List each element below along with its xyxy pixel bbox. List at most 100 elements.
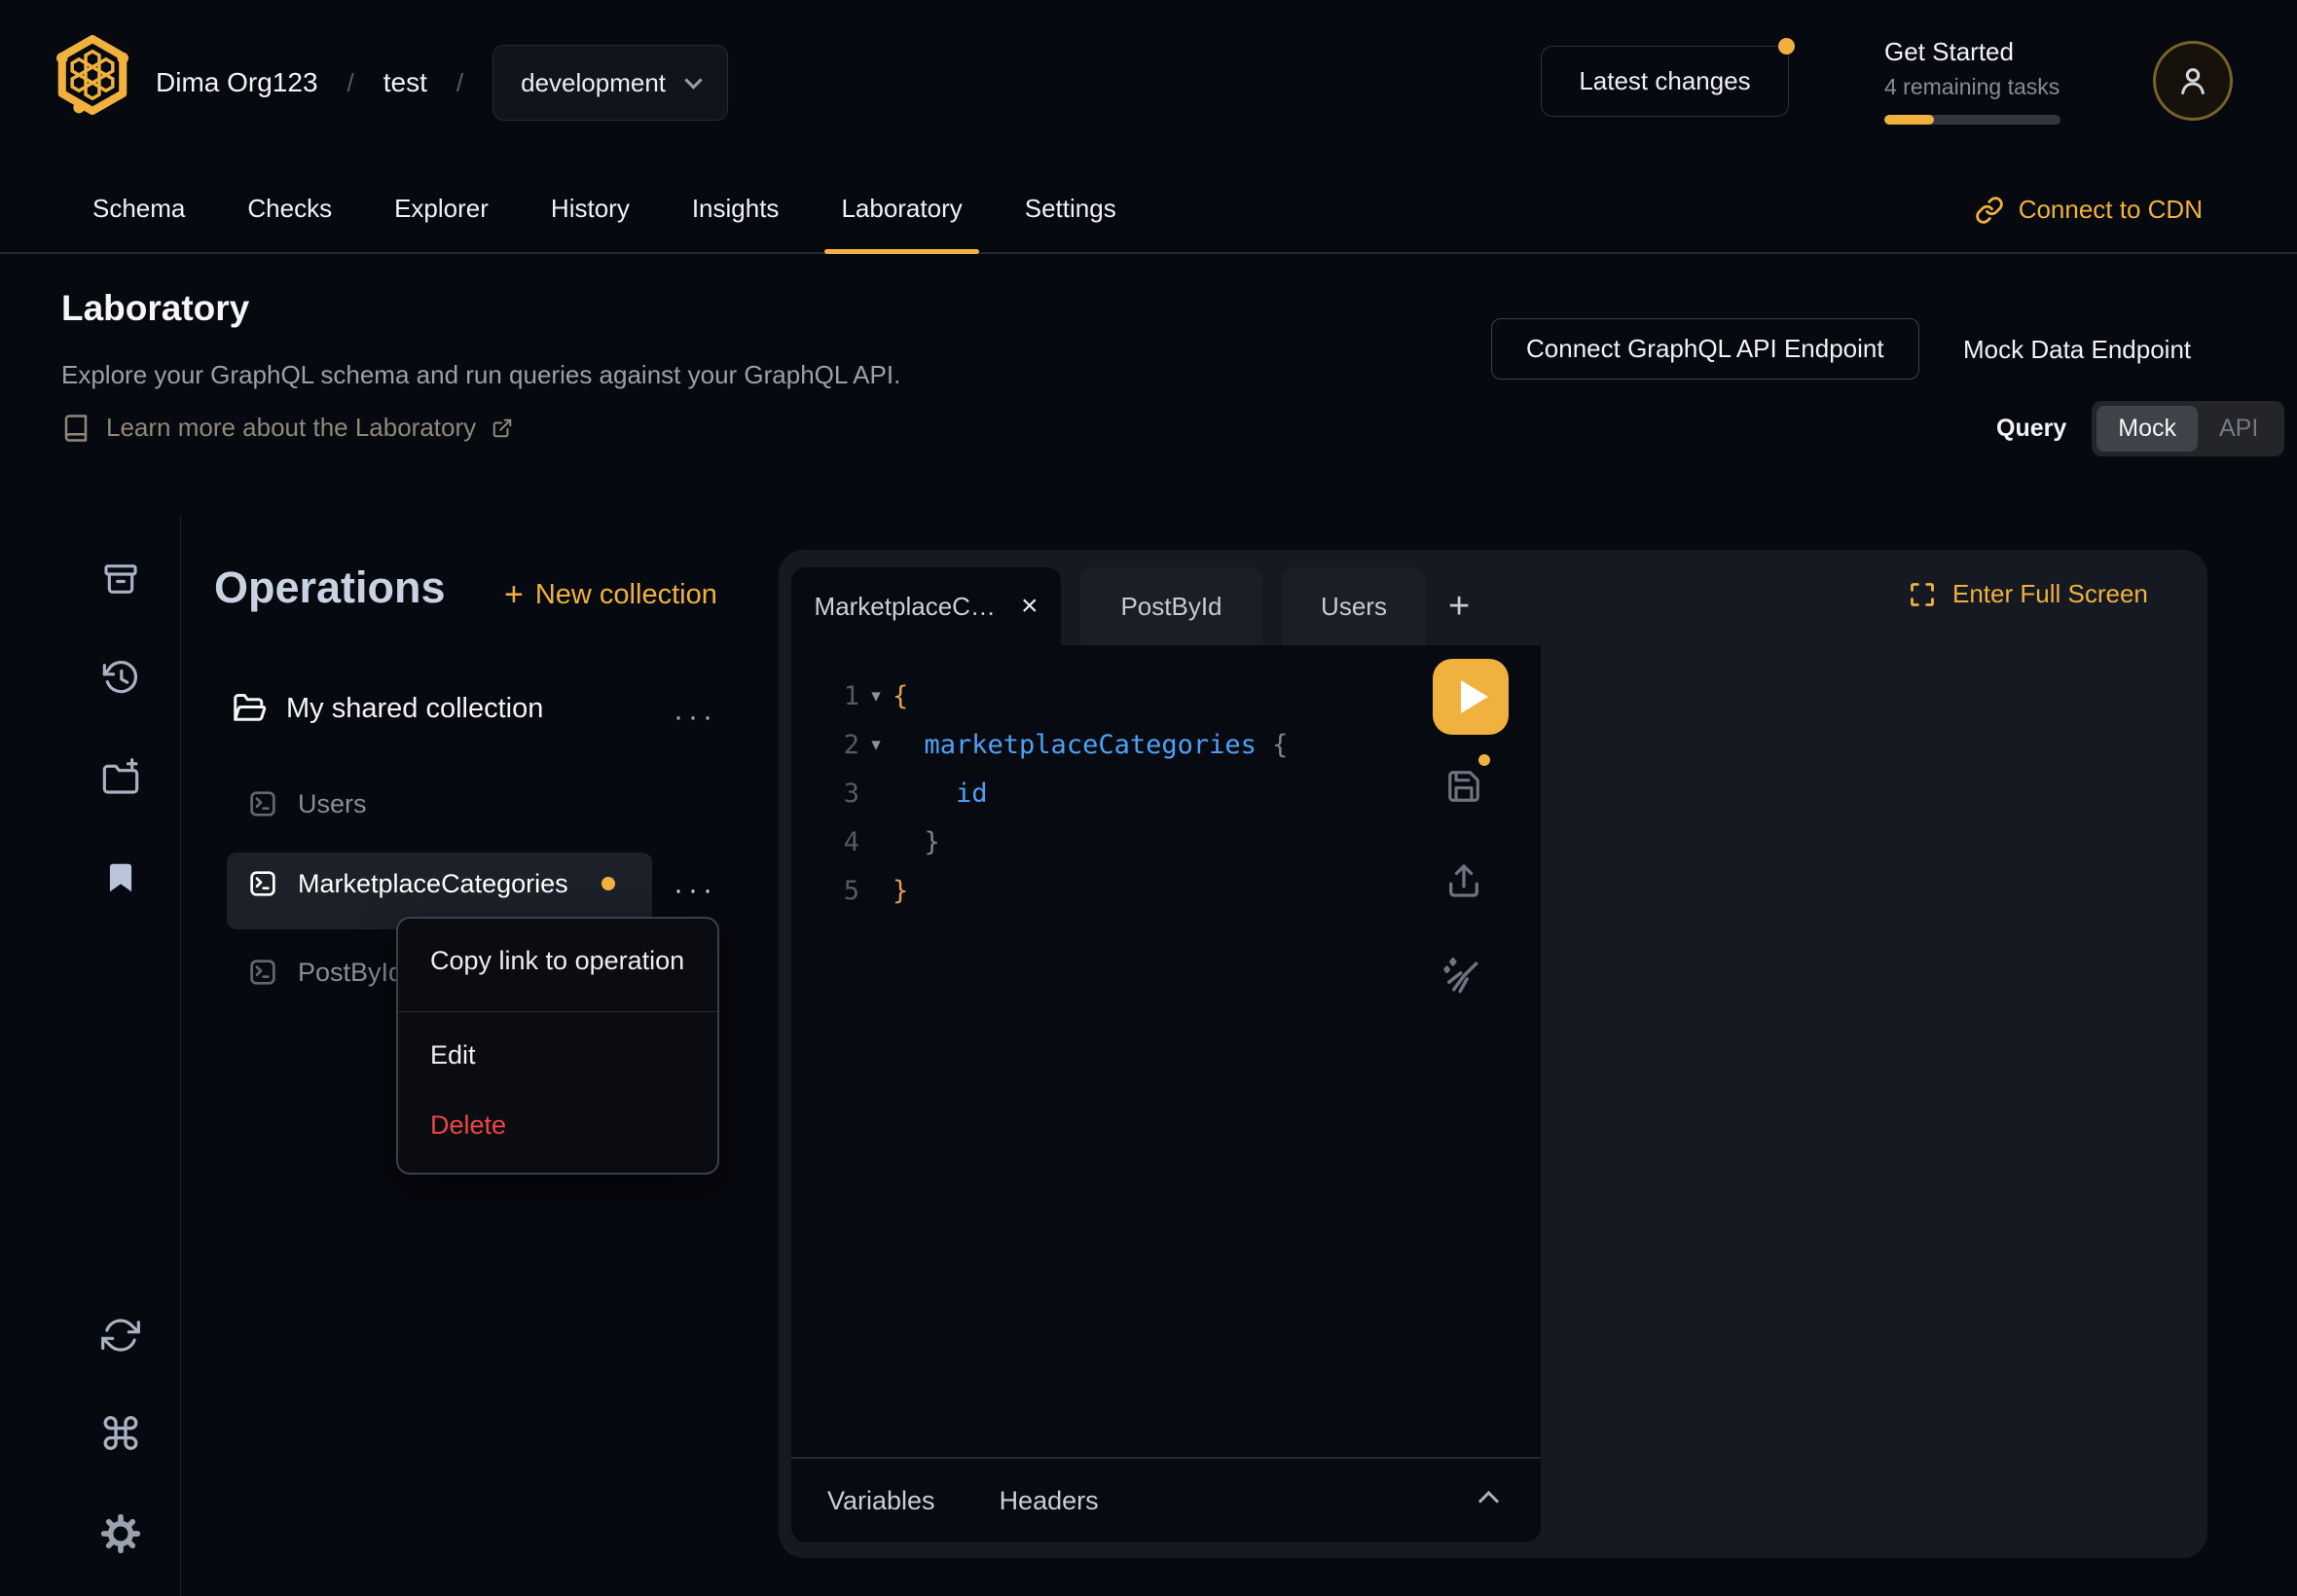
app-header: Dima Org123 / test / development Latest … (0, 0, 2297, 165)
tab-checks[interactable]: Checks (231, 165, 348, 252)
folder-plus-icon (101, 758, 140, 797)
learn-more-link[interactable]: Learn more about the Laboratory (61, 413, 513, 443)
editor-tab-marketplacecategories[interactable]: MarketplaceC… × (791, 567, 1061, 645)
new-tab-button[interactable]: + (1448, 567, 1470, 645)
operation-item-users[interactable]: Users (247, 788, 367, 819)
page-title: Laboratory (61, 288, 249, 329)
tab-schema[interactable]: Schema (76, 165, 201, 252)
play-icon (1461, 680, 1488, 713)
target-selector-value: development (521, 68, 666, 98)
run-query-button[interactable] (1433, 659, 1509, 735)
close-icon[interactable]: × (1021, 592, 1039, 621)
upload-icon (1444, 861, 1483, 900)
hive-logo-icon[interactable] (56, 35, 128, 115)
get-started-widget[interactable]: Get Started 4 remaining tasks (1884, 37, 2060, 125)
app-root: Dima Org123 / test / development Latest … (0, 0, 2297, 1596)
prettify-button[interactable] (1440, 955, 1483, 998)
variables-tab[interactable]: Variables (827, 1486, 935, 1516)
link-icon (1975, 196, 2004, 225)
fold-arrow-icon[interactable]: ▾ (859, 685, 893, 707)
sidebar-shortcuts-button[interactable]: ⌘ (101, 1415, 140, 1454)
tab-laboratory[interactable]: Laboratory (824, 165, 978, 252)
folder-open-icon (232, 691, 267, 726)
line-number: 4 (826, 827, 859, 857)
query-mode-api[interactable]: API (2198, 406, 2279, 452)
fullscreen-button[interactable]: Enter Full Screen (1909, 579, 2148, 609)
page-description: Explore your GraphQL schema and run quer… (61, 360, 900, 390)
share-operation-button[interactable] (1444, 861, 1483, 900)
operation-icon (247, 957, 278, 988)
new-collection-button[interactable]: + New collection (504, 576, 717, 614)
response-pane (1541, 645, 2207, 1519)
query-editor[interactable]: 1 ▾ { 2 ▾ marketplaceCategories { 3 id 4 (791, 645, 1541, 1542)
operation-item-postbyid[interactable]: PostById (247, 957, 403, 988)
save-icon (1445, 768, 1482, 805)
line-number: 1 (826, 681, 859, 711)
external-link-icon (492, 417, 513, 439)
breadcrumb-separator: / (456, 68, 463, 98)
chevron-up-icon[interactable] (1478, 1491, 1499, 1511)
unsaved-changes-dot (602, 877, 615, 890)
sidebar-schema-button[interactable] (101, 560, 140, 598)
editor-tab-label: Users (1321, 592, 1387, 622)
save-operation-button[interactable] (1445, 768, 1482, 805)
operation-label: PostById (298, 958, 403, 988)
connect-cdn-link[interactable]: Connect to CDN (1975, 165, 2203, 254)
person-icon (2173, 61, 2212, 100)
query-mode-mock[interactable]: Mock (2096, 406, 2198, 452)
tab-history[interactable]: History (534, 165, 646, 252)
headers-tab[interactable]: Headers (1000, 1486, 1099, 1516)
code-line: 2 ▾ marketplaceCategories { (791, 720, 1541, 769)
tab-settings[interactable]: Settings (1008, 165, 1133, 252)
gear-icon (101, 1514, 140, 1553)
sidebar-history-button[interactable] (101, 659, 140, 698)
breadcrumb: Dima Org123 / test / development (156, 0, 728, 165)
operation-label: MarketplaceCategories (298, 869, 568, 899)
editor-tab-postbyid[interactable]: PostById (1080, 567, 1262, 645)
query-label: Query (1996, 415, 2066, 443)
editor-tab-label: PostById (1120, 592, 1221, 622)
mock-endpoint-button[interactable]: Mock Data Endpoint (1963, 335, 2191, 365)
operation-menu-button[interactable]: ··· (674, 876, 717, 905)
sidebar-divider (180, 516, 181, 1596)
menu-divider (398, 1011, 717, 1012)
operation-item-marketplacecategories[interactable]: MarketplaceCategories (247, 868, 615, 899)
editor-bottom-bar: Variables Headers (791, 1457, 1541, 1542)
collection-name: My shared collection (286, 693, 543, 725)
code-area: 1 ▾ { 2 ▾ marketplaceCategories { 3 id 4 (791, 671, 1541, 915)
menu-item-copy-link[interactable]: Copy link to operation (430, 946, 684, 976)
collection-folder[interactable]: My shared collection (232, 691, 543, 726)
line-number: 2 (826, 730, 859, 760)
connect-endpoint-button[interactable]: Connect GraphQL API Endpoint (1491, 318, 1919, 380)
line-number: 3 (826, 779, 859, 809)
learn-more-label: Learn more about the Laboratory (106, 413, 476, 443)
history-clock-icon (101, 659, 140, 698)
editor-tab-users[interactable]: Users (1282, 567, 1426, 645)
fold-arrow-icon[interactable]: ▾ (859, 734, 893, 755)
sidebar-collections-button[interactable] (101, 858, 140, 897)
archive-box-icon (101, 560, 140, 598)
code-line: 5 } (791, 866, 1541, 915)
sidebar-new-collection-button[interactable] (101, 758, 140, 797)
operation-icon (247, 788, 278, 819)
latest-changes-button[interactable]: Latest changes (1541, 46, 1789, 117)
tab-insights[interactable]: Insights (675, 165, 796, 252)
menu-item-edit[interactable]: Edit (430, 1040, 476, 1070)
menu-item-delete[interactable]: Delete (430, 1110, 506, 1141)
tab-explorer[interactable]: Explorer (378, 165, 505, 252)
sidebar-settings-button[interactable] (101, 1514, 140, 1553)
user-avatar[interactable] (2153, 41, 2233, 121)
sidebar-refetch-button[interactable] (101, 1316, 140, 1355)
plus-icon: + (504, 576, 524, 614)
operations-title: Operations (214, 562, 446, 613)
line-number: 5 (826, 876, 859, 906)
command-icon: ⌘ (98, 1415, 143, 1454)
notification-dot (1778, 38, 1795, 54)
breadcrumb-org[interactable]: Dima Org123 (156, 67, 318, 98)
collection-menu-button[interactable]: ··· (674, 703, 717, 732)
breadcrumb-project[interactable]: test (383, 67, 427, 98)
target-selector[interactable]: development (492, 45, 728, 121)
operation-context-menu: Copy link to operation Edit Delete (396, 917, 719, 1175)
query-mode-row: Query Mock API (1996, 401, 2284, 456)
latest-changes-label: Latest changes (1579, 66, 1750, 96)
